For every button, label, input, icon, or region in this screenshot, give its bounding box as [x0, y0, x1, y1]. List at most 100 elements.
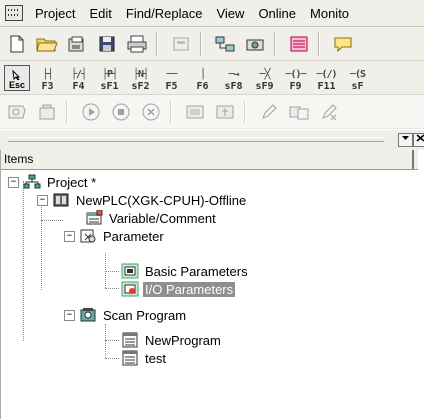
negated-coil-button[interactable]: ─(/) F11	[311, 64, 342, 92]
tree-connector	[105, 271, 119, 272]
app-menu-icon[interactable]	[5, 5, 23, 21]
fkey-label: sF2	[131, 80, 150, 92]
tree-label: NewPLC(XGK-CPUH)-Offline	[76, 192, 247, 208]
connect-icon[interactable]	[242, 31, 268, 57]
esc-label: Esc	[8, 79, 25, 90]
fkey-symbol: ├P┤	[101, 68, 118, 80]
collapse-toggle[interactable]: −	[64, 230, 75, 242]
online-connect-icon[interactable]	[34, 99, 60, 125]
splitter-grip[interactable]	[8, 137, 384, 142]
fkey-symbol: ├┤	[42, 68, 53, 80]
fkey-label: F11	[317, 80, 336, 92]
project-icon	[23, 174, 41, 190]
menu-edit[interactable]: Edit	[82, 6, 118, 21]
io-parameters-icon	[121, 281, 139, 297]
fkey-label: F3	[41, 80, 54, 92]
run-icon[interactable]	[78, 99, 104, 125]
negative-edge-button[interactable]: ├N┤ sF2	[125, 64, 156, 92]
tree-node-project[interactable]: − Project *	[8, 173, 98, 191]
fkey-label: F9	[289, 80, 302, 92]
positive-edge-button[interactable]: ├P┤ sF1	[94, 64, 125, 92]
network-icon[interactable]	[212, 31, 238, 57]
close-panel-button[interactable]	[413, 133, 424, 147]
toolbar-separator	[170, 99, 172, 124]
tree-node-variable-comment[interactable]: Variable/Comment	[85, 209, 218, 227]
header-column-divider[interactable]	[412, 150, 414, 169]
tree-label: Scan Program	[103, 307, 187, 323]
menu-bar: Project Edit Find/Replace View Online Mo…	[0, 0, 424, 27]
download-icon[interactable]	[212, 99, 238, 125]
fkey-symbol: ├N┤	[132, 68, 149, 80]
panel-header-label: Items	[4, 152, 34, 166]
tree-connector	[105, 358, 119, 359]
tree-node-test[interactable]: test	[121, 349, 168, 367]
tree-node-parameter[interactable]: − Parameter	[64, 227, 166, 245]
fkey-symbol: │	[199, 68, 206, 80]
menu-find-replace[interactable]: Find/Replace	[119, 6, 210, 21]
invert-button[interactable]: ─╳ sF9	[249, 64, 280, 92]
toolbar-separator	[318, 31, 320, 56]
upload-icon[interactable]	[182, 99, 208, 125]
help-icon[interactable]	[330, 31, 356, 57]
fkey-symbol: ├/┤	[70, 68, 87, 80]
tree-label: Project *	[47, 174, 97, 190]
menu-monitor[interactable]: Monito	[303, 6, 356, 21]
menu-online[interactable]: Online	[251, 6, 303, 21]
menu-project[interactable]: Project	[28, 6, 82, 21]
toolbar-separator	[274, 31, 276, 56]
monitor-icon[interactable]	[4, 99, 30, 125]
fkey-symbol: ─(S	[349, 68, 366, 80]
pause-icon[interactable]	[138, 99, 164, 125]
tree-node-basic-parameters[interactable]: Basic Parameters	[121, 262, 250, 280]
force-icon[interactable]	[316, 99, 342, 125]
contact-no-button[interactable]: ├┤ F3	[32, 64, 63, 92]
dropdown-button[interactable]	[398, 133, 413, 147]
esc-button[interactable]: Esc	[4, 64, 30, 91]
fkey-label: F4	[72, 80, 85, 92]
connect-line-button[interactable]: ─→ sF8	[218, 64, 249, 92]
tree-connector	[23, 181, 24, 341]
new-file-icon[interactable]	[4, 31, 30, 57]
collapse-toggle[interactable]: −	[37, 194, 48, 206]
save-icon[interactable]	[94, 31, 120, 57]
menu-view[interactable]: View	[209, 6, 251, 21]
vertical-line-button[interactable]: │ F6	[187, 64, 218, 92]
tree-connector	[41, 220, 42, 290]
tree-connector	[105, 340, 119, 341]
tree-connector	[41, 220, 63, 221]
fkey-symbol: ─→	[228, 68, 239, 80]
tree-node-plc[interactable]: − NewPLC(XGK-CPUH)-Offline	[37, 191, 248, 209]
coil-button[interactable]: ─()─ F9	[280, 64, 311, 92]
compare-icon[interactable]	[286, 99, 312, 125]
program-file-icon	[121, 332, 139, 348]
ladder-toolbar: Esc ├┤ F3 ├/┤ F4 ├P┤ sF1 ├N┤ sF2 ── F5 │…	[0, 61, 424, 95]
tree-connector	[105, 324, 106, 358]
tree-connector	[105, 288, 119, 289]
toolbar-separator	[66, 99, 68, 124]
tree-node-io-parameters[interactable]: I/O Parameters	[121, 280, 236, 298]
set-coil-button[interactable]: ─(S sF	[342, 64, 373, 92]
compile-icon[interactable]	[286, 31, 312, 57]
panel-splitter[interactable]	[0, 130, 424, 150]
project-tree: − Project * − NewPLC(XGK-CPUH)-Offline V…	[1, 170, 418, 419]
open-project-icon[interactable]	[64, 31, 90, 57]
open-folder-icon[interactable]	[34, 31, 60, 57]
contact-nc-button[interactable]: ├/┤ F4	[63, 64, 94, 92]
horizontal-line-button[interactable]: ── F5	[156, 64, 187, 92]
basic-parameters-icon	[121, 263, 139, 279]
print-preview-icon[interactable]	[168, 31, 194, 57]
fkey-symbol: ─╳	[259, 68, 270, 80]
tree-node-new-program[interactable]: NewProgram	[121, 331, 223, 349]
fkey-symbol: ─(/)	[316, 68, 337, 80]
fkey-label: F6	[196, 80, 209, 92]
tree-label: test	[145, 350, 166, 366]
collapse-toggle[interactable]: −	[64, 309, 75, 321]
parameter-icon	[79, 228, 97, 244]
panel-header: Items	[1, 150, 418, 170]
print-icon[interactable]	[124, 31, 150, 57]
write-icon[interactable]	[256, 99, 282, 125]
stop-icon[interactable]	[108, 99, 134, 125]
fkey-symbol: ─()─	[285, 68, 306, 80]
collapse-toggle[interactable]: −	[8, 176, 19, 188]
tree-node-scan-program[interactable]: − Scan Program	[64, 306, 188, 324]
